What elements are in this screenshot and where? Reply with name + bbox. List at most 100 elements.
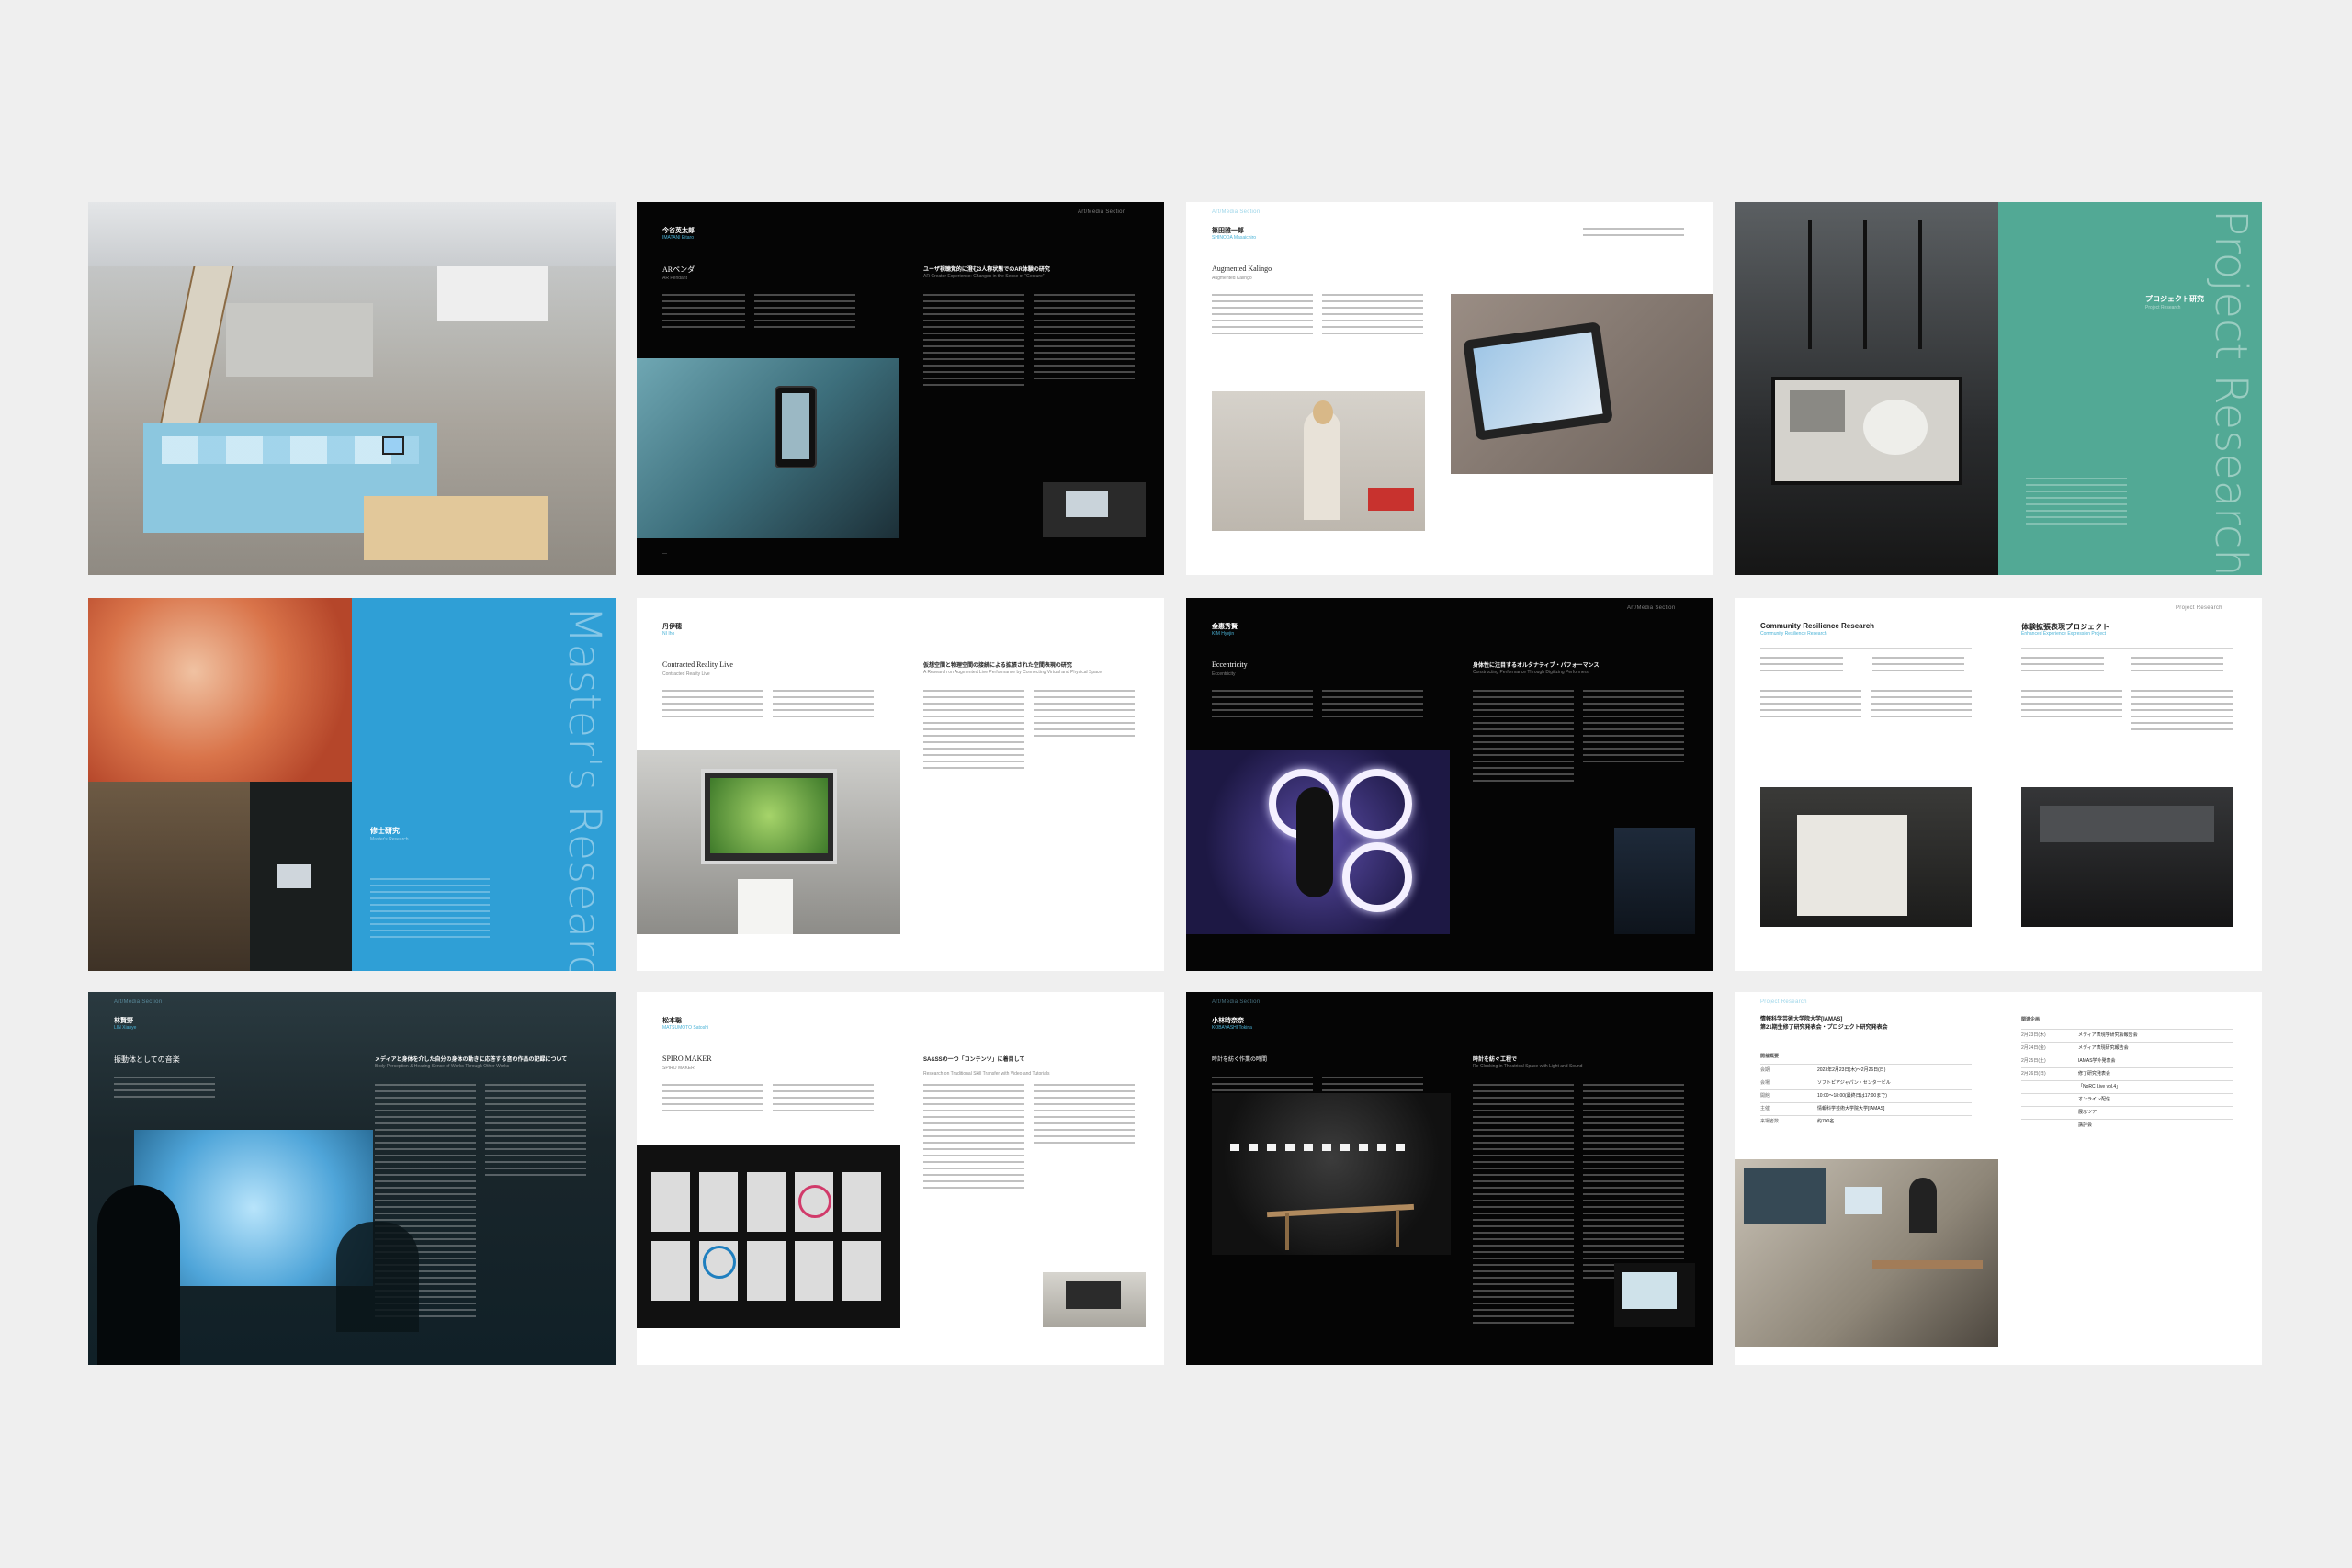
row-value: ソフトピアジャパン・センタービル	[1817, 1080, 1891, 1086]
related-row: 2月23日(木) メディア表現学研究会報告会	[2021, 1029, 2233, 1042]
masters-list	[370, 878, 490, 942]
rings-performance-photo	[1186, 750, 1450, 934]
body-text-en	[754, 294, 855, 333]
author-name: 林賢野	[114, 1018, 133, 1024]
related-row: 「NoRC Live vol.4」	[2021, 1080, 2233, 1093]
essay-title-en: Constructing Performance Through Digitiz…	[1473, 670, 1589, 675]
related-row: オンライン配信	[2021, 1093, 2233, 1106]
photo-caption: ―	[662, 551, 667, 557]
work-subtitle: AR Pendant	[662, 276, 687, 281]
row-label: 来場者数	[1760, 1119, 1780, 1124]
project-members-2b	[2132, 657, 2223, 676]
page-header: Project Research	[1760, 999, 1807, 1005]
imac-photo	[637, 750, 900, 934]
author-name: 小林時奈奈	[1212, 1018, 1244, 1024]
work-title: SPIRO MAKER	[662, 1055, 712, 1063]
project-text-1b	[1871, 690, 1972, 722]
info-label: 開催概要	[1760, 1054, 1780, 1059]
ar-phone-photo	[637, 358, 899, 538]
page-header: Project Research	[2176, 605, 2222, 611]
texture-photo	[88, 598, 352, 782]
author-roman: KIM Hyejin	[1212, 631, 1235, 637]
essay-text-2	[1583, 1084, 1684, 1283]
essay-text-1	[923, 294, 1024, 390]
body-text	[662, 690, 763, 722]
body-text-en	[1322, 294, 1423, 339]
section-title-ja: プロジェクト研究	[2145, 295, 2204, 303]
project-members-1	[1760, 657, 1843, 676]
body-text-en	[773, 1084, 874, 1116]
related-row: 2月25日(土) IAMAS学外発表会	[2021, 1055, 2233, 1067]
work-title: 振動体としての音楽	[114, 1055, 180, 1064]
work-title: Augmented Kalingo	[1212, 265, 1272, 273]
essay-title: 時計を紡ぐ工程で	[1473, 1057, 1518, 1063]
work-title: 時計を紡ぐ作業の時間	[1212, 1057, 1268, 1063]
project-text-2	[2021, 690, 2122, 722]
essay-title-en: Body Perception & Hearing Sense of Works…	[375, 1064, 510, 1069]
silhouette	[336, 1222, 419, 1332]
author-roman: MATSUMOTO Satoshi	[662, 1025, 709, 1031]
essay-text-1	[923, 1084, 1024, 1193]
body-text-en	[1322, 690, 1423, 722]
essay-title: ユーザ視聴覚的に澄む3人称状態でのAR体験の研究	[923, 267, 1050, 273]
related-row: 2月24日(金) メディア表現研究報告会	[2021, 1042, 2233, 1055]
row-value: 10:00〜18:00(最終日は17:00まで)	[1817, 1093, 1887, 1099]
project-text-2b	[2132, 690, 2233, 735]
event-photo	[1735, 1159, 1998, 1347]
essay-text-2	[1034, 294, 1135, 384]
author-name: 篠田雅一郎	[1212, 228, 1244, 234]
row-value: 講評会	[2078, 1122, 2093, 1128]
row-label: 2月25日(土)	[2021, 1058, 2046, 1064]
divider	[1760, 648, 1972, 649]
essay-title: 仮想空間と物理空間の接続による拡張された空間表現の研究	[923, 663, 1072, 669]
spread-masters-research-divider: 修士研究 Master's Research Master's Research	[88, 598, 616, 971]
spread-event-info: Project Research 情報科学芸術大学院大学[IAMAS] 第21期…	[1735, 992, 2262, 1365]
row-label: 主催	[1760, 1106, 1770, 1111]
work-subtitle: Augmented Kalingo	[1212, 276, 1252, 281]
project-subtitle-1: Community Resilience Research	[1760, 631, 1827, 637]
vertical-section-title: Master's Research	[559, 605, 610, 971]
essay-text-2	[485, 1084, 586, 1180]
section-panel: 修士研究 Master's Research Master's Research	[352, 598, 616, 971]
row-label	[2021, 1084, 2078, 1090]
body-text	[662, 1084, 763, 1116]
row-label: 会期	[1760, 1067, 1770, 1073]
spread-project-research: Project Research Community Resilience Re…	[1735, 598, 2262, 971]
essay-text-2	[1034, 690, 1135, 741]
row-label: 2月23日(木)	[2021, 1032, 2046, 1038]
row-label: 会場	[1760, 1080, 1770, 1086]
page-header: Art/Media Section	[1078, 209, 1126, 215]
author-roman: KOBAYASHI Tokina	[1212, 1025, 1252, 1031]
project-members-1b	[1872, 657, 1964, 676]
essay-text-1	[1473, 690, 1574, 786]
body-text	[114, 1077, 215, 1102]
essay-title-en: A Research on Augmented Live Performance…	[923, 670, 1102, 675]
author-roman: SHINODA Masaichiro	[1212, 235, 1257, 241]
device-photo	[1043, 1272, 1146, 1327]
project-list	[2026, 478, 2127, 529]
section-panel: プロジェクト研究 Project Research Project Resear…	[1998, 202, 2262, 575]
page-header: Art/Media Section	[1627, 605, 1676, 611]
related-row: 講評会	[2021, 1119, 2233, 1132]
project-photo-2	[2021, 787, 2233, 927]
author-roman: NI Iho	[662, 631, 675, 637]
essay-title: メディアと身体を介した自分の身体の動きに応答する音の作品の記録について	[375, 1057, 568, 1063]
author-name: 松本聡	[662, 1018, 682, 1024]
monitor-photo	[1614, 1263, 1695, 1327]
spread-projection-work: Art/Media Section 林賢野 LIN Xianye 振動体としての…	[88, 992, 616, 1365]
page-header: Art/Media Section	[114, 999, 163, 1005]
related-row: 展示ツアー	[2021, 1106, 2233, 1119]
row-value: オンライン配信	[2078, 1097, 2111, 1102]
info-row: 会期 2023年2月23日(木)〜2月26日(日)	[1760, 1064, 1972, 1077]
row-value: 「NoRC Live vol.4」	[2078, 1084, 2121, 1089]
project-text-1	[1760, 690, 1861, 722]
spread-spiro-maker: 松本聡 MATSUMOTO Satoshi SPIRO MAKER SPIRO …	[637, 992, 1164, 1365]
performer-photo	[1614, 828, 1695, 934]
essay-title-en: Re-Clocking in Theatrical Space with Lig…	[1473, 1064, 1583, 1069]
info-table: 会期 2023年2月23日(木)〜2月26日(日) 会場 ソフトピアジャパン・センター…	[1760, 1064, 1972, 1128]
row-label: 2月24日(金)	[2021, 1045, 2046, 1051]
body-text	[1212, 690, 1313, 722]
spread-project-research-divider: プロジェクト研究 Project Research Project Resear…	[1735, 202, 2262, 575]
spiro-posters-photo	[637, 1145, 900, 1328]
project-members-2	[2021, 657, 2104, 676]
